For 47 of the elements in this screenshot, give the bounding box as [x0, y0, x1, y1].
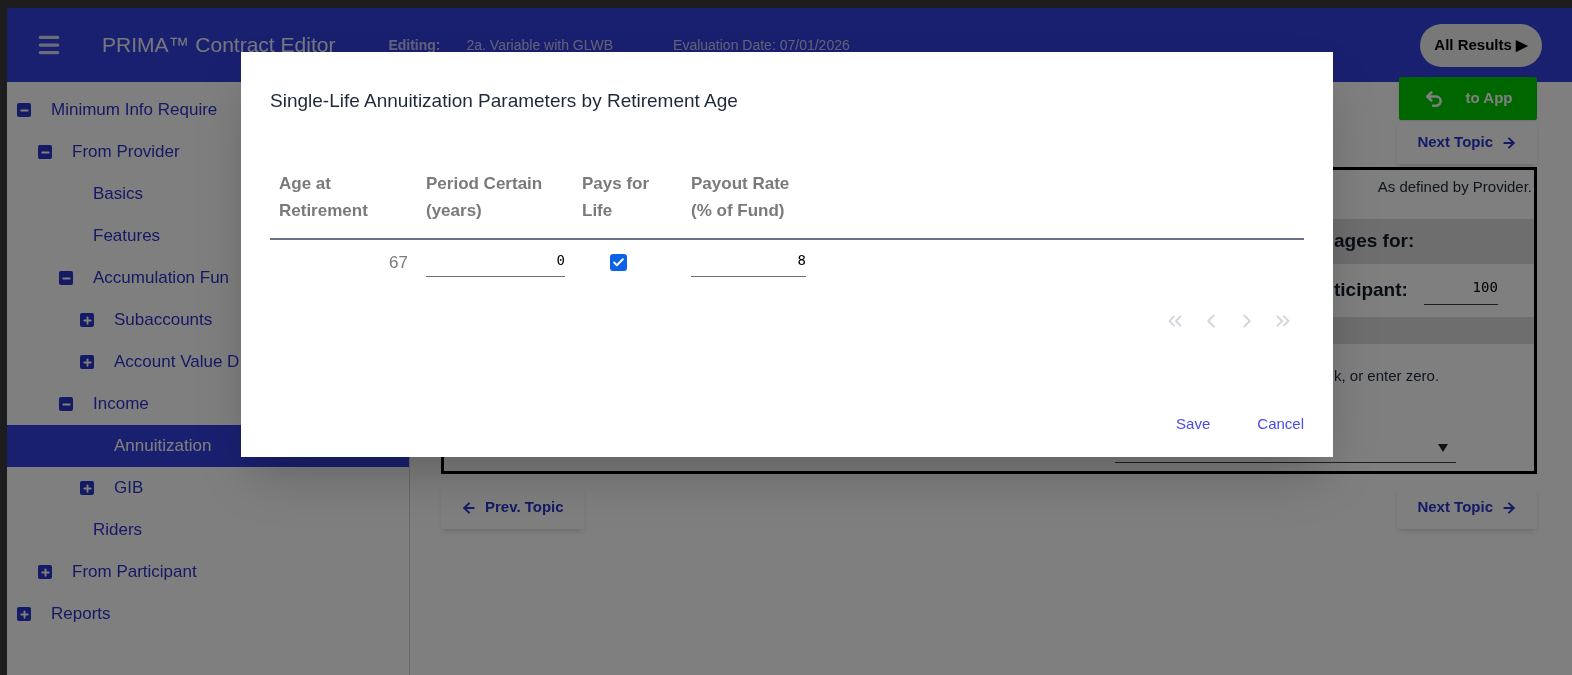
collapse-icon[interactable]: [59, 271, 73, 285]
period-certain-input[interactable]: 0: [426, 250, 565, 277]
arrow-right-icon: [1501, 134, 1517, 151]
arrow-left-icon: [461, 499, 477, 516]
next-topic-button[interactable]: Next Topic: [1397, 486, 1537, 529]
dialog-title: Single-Life Annuitization Parameters by Retirement Age: [270, 89, 739, 113]
app-title: PRIMA™ Contract Editor: [102, 32, 336, 59]
tree-item[interactable]: From Participant: [7, 551, 409, 593]
tree-item[interactable]: Reports: [7, 593, 409, 635]
participant-input[interactable]: 100: [1423, 276, 1498, 305]
check-icon: [612, 256, 625, 269]
expand-icon[interactable]: [38, 565, 52, 579]
instruction-text: k, or enter zero.: [1334, 365, 1440, 386]
dropdown-caret-icon: [1438, 443, 1448, 452]
collapse-icon[interactable]: [17, 103, 31, 117]
expand-icon[interactable]: [80, 481, 94, 495]
age-cell-text: 67: [389, 251, 408, 274]
save-button[interactable]: Save: [1176, 412, 1211, 435]
cancel-button[interactable]: Cancel: [1257, 412, 1304, 435]
editing-value: 2a. Variable with GLWB: [466, 35, 614, 55]
tree-item[interactable]: From Provider: [7, 131, 409, 173]
tree-item[interactable]: Income: [7, 383, 409, 425]
tree-item[interactable]: Riders: [7, 509, 409, 551]
pays-for-life-checkbox[interactable]: [610, 254, 627, 271]
section-heading: ages for:: [1334, 229, 1415, 254]
column-header: Pays for Life: [582, 172, 651, 222]
collapse-icon[interactable]: [38, 145, 52, 159]
collapse-icon[interactable]: [59, 397, 73, 411]
next-topic-button[interactable]: Next Topic: [1397, 121, 1537, 164]
return-icon: [1423, 88, 1444, 109]
tree-item[interactable]: Account Value D: [7, 341, 409, 383]
payout-rate-input[interactable]: 8: [691, 250, 806, 277]
column-header: Age at Retirement: [279, 172, 369, 222]
expand-icon[interactable]: [17, 607, 31, 621]
editing-label: Editing:: [388, 35, 441, 55]
column-header: Period Certain (years): [426, 172, 544, 222]
expand-icon[interactable]: [80, 355, 94, 369]
all-results-button[interactable]: All Results ▶: [1420, 23, 1542, 67]
prev-topic-button[interactable]: Prev. Topic: [441, 486, 584, 529]
expand-icon[interactable]: [80, 313, 94, 327]
participant-label: ticipant:: [1334, 278, 1408, 303]
column-header: Payout Rate (% of Fund): [691, 172, 791, 222]
evaluation-date: Evaluation Date: 07/01/2026: [673, 35, 850, 55]
tree-item[interactable]: Subaccounts: [7, 299, 409, 341]
arrow-right-icon: [1501, 499, 1517, 516]
tree-item[interactable]: GIB: [7, 467, 409, 509]
provider-note: As defined by Provider.: [1377, 177, 1532, 197]
